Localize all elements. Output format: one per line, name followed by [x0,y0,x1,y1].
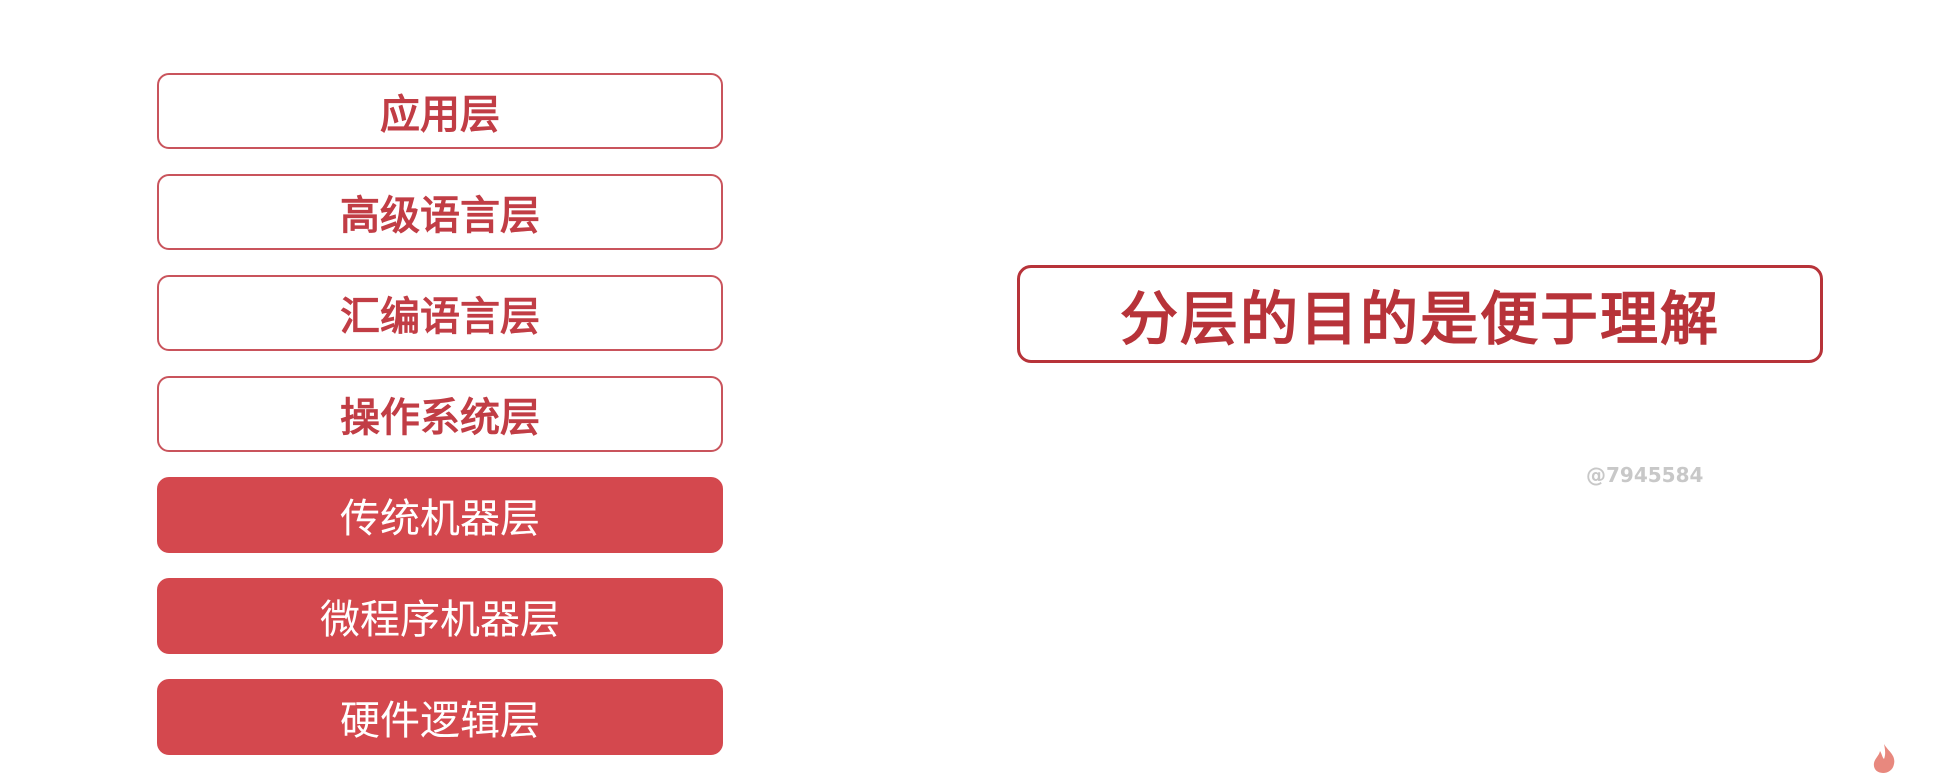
layer-microprogram-machine: 微程序机器层 [157,578,723,654]
layer-high-level-language: 高级语言层 [157,174,723,250]
layer-conventional-machine: 传统机器层 [157,477,723,553]
layer-assembly-language: 汇编语言层 [157,275,723,351]
layer-hardware-logic: 硬件逻辑层 [157,679,723,755]
layer-application: 应用层 [157,73,723,149]
purpose-callout: 分层的目的是便于理解 [1017,265,1823,363]
flame-icon [1870,742,1900,774]
layer-operating-system: 操作系统层 [157,376,723,452]
layer-stack: 应用层 高级语言层 汇编语言层 操作系统层 传统机器层 微程序机器层 硬件逻辑层 [157,73,723,780]
watermark: @7945584 [1586,463,1704,487]
